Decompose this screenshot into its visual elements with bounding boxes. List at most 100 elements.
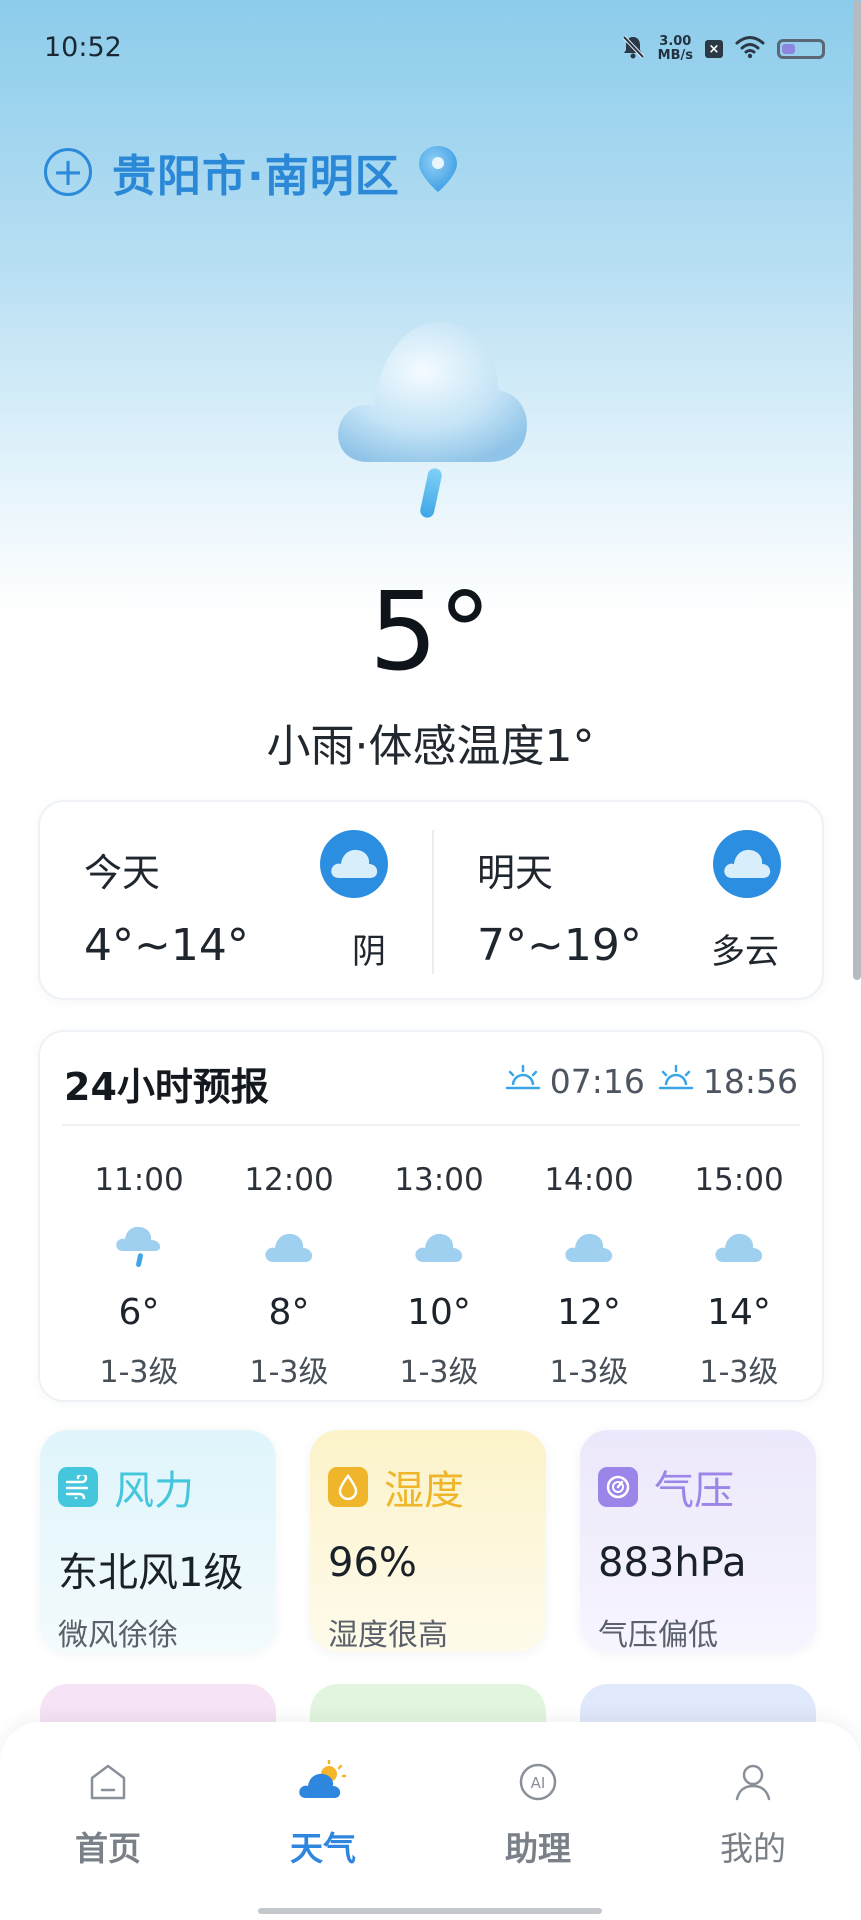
- hour-wind: 1-3级: [549, 1355, 629, 1390]
- humidity-label: 湿度: [384, 1468, 464, 1514]
- wind-value: 东北风1级: [58, 1550, 244, 1596]
- hour-time: 11:00: [94, 1162, 184, 1198]
- network-speed-value: 3.00: [659, 34, 692, 49]
- sunrise-time: 07:16: [549, 1062, 645, 1101]
- hour-wind: 1-3级: [699, 1355, 779, 1390]
- battery-icon: [777, 39, 825, 59]
- home-icon: [28, 1756, 188, 1808]
- sunrise: 07:16: [504, 1062, 645, 1101]
- wind-card[interactable]: 风力 东北风1级 微风徐徐: [40, 1430, 276, 1652]
- status-icons: 3.00 MB/s ×: [620, 34, 825, 64]
- scrollbar[interactable]: [853, 0, 861, 980]
- hour-wind: 1-3级: [249, 1355, 329, 1390]
- hour-temperature: 6°: [118, 1292, 160, 1333]
- sim-status-icon: ×: [705, 40, 723, 58]
- tomorrow-condition: 多云: [711, 932, 779, 972]
- today-condition: 阴: [352, 932, 386, 972]
- humidity-value: 96%: [328, 1540, 417, 1586]
- wifi-icon: [735, 35, 765, 63]
- hourly-list[interactable]: 11:00 6° 1-3级 12:00 8° 1-3级 13:00 10° 1-…: [40, 1152, 822, 1400]
- bell-muted-icon: [620, 34, 646, 64]
- current-temperature: 5°: [369, 570, 492, 695]
- wind-card-header: 风力: [58, 1458, 194, 1516]
- hour-time: 14:00: [544, 1162, 634, 1198]
- profile-icon: [673, 1756, 833, 1808]
- tomorrow-summary[interactable]: 明天 7°~19° 多云: [433, 802, 825, 1002]
- pressure-label: 气压: [654, 1468, 734, 1514]
- nav-home-label: 首页: [75, 1829, 141, 1868]
- location-pin-icon: [414, 142, 462, 202]
- hour-item: 15:00 14° 1-3级: [664, 1152, 814, 1391]
- today-temp-range: 4°~14°: [84, 920, 249, 971]
- light-rain-icon: [64, 1208, 214, 1284]
- cloudy-icon: [214, 1208, 364, 1284]
- add-city-button[interactable]: +: [44, 148, 92, 196]
- weather-screen: 10:52 3.00 MB/s × + 贵阳市·南明区 5° 小雨·体感温度1°…: [0, 0, 861, 1920]
- wind-label: 风力: [114, 1468, 194, 1514]
- sunset-icon: [657, 1062, 695, 1101]
- humidity-card[interactable]: 湿度 96% 湿度很高: [310, 1430, 546, 1652]
- location-header: + 贵阳市·南明区: [44, 140, 462, 204]
- daily-summary-card[interactable]: 今天 4°~14° 阴 明天 7°~19° 多云: [38, 800, 824, 1000]
- hour-wind: 1-3级: [99, 1355, 179, 1390]
- svg-text:AI: AI: [531, 1774, 546, 1792]
- hour-item: 13:00 10° 1-3级: [364, 1152, 514, 1391]
- ai-icon: AI: [458, 1756, 618, 1808]
- hour-item: 12:00 8° 1-3级: [214, 1152, 364, 1391]
- cloudy-icon: [664, 1208, 814, 1284]
- bottom-navigation: 首页 天气 AI 助理 我的: [0, 1722, 861, 1920]
- forecast-divider: [62, 1124, 800, 1126]
- hour-temperature: 10°: [407, 1292, 471, 1333]
- wind-description: 微风徐徐: [58, 1618, 178, 1652]
- pressure-description: 气压偏低: [598, 1618, 718, 1652]
- cloudy-icon: [364, 1208, 514, 1284]
- partly-cloudy-icon: [713, 830, 781, 898]
- pressure-card-header: 气压: [598, 1458, 734, 1516]
- hour-item: 11:00 6° 1-3级: [64, 1152, 214, 1391]
- hour-time: 13:00: [394, 1162, 484, 1198]
- nav-weather[interactable]: 天气: [243, 1756, 403, 1870]
- cloudy-icon: [320, 830, 388, 898]
- nav-assistant-label: 助理: [505, 1829, 571, 1868]
- sunrise-icon: [504, 1062, 542, 1101]
- battery-level: [782, 44, 796, 54]
- status-time: 10:52: [44, 32, 122, 63]
- nav-profile-label: 我的: [720, 1829, 786, 1868]
- network-speed-unit: MB/s: [657, 48, 693, 63]
- droplet-icon: [328, 1467, 368, 1507]
- wind-icon: [58, 1467, 98, 1507]
- hour-temperature: 14°: [707, 1292, 771, 1333]
- weather-icon: [243, 1756, 403, 1808]
- current-description: 小雨·体感温度1°: [266, 721, 595, 772]
- hourly-forecast-card[interactable]: 24小时预报 07:16 18:56 11:00 6° 1-3级 12:00 8…: [38, 1030, 824, 1402]
- light-rain-icon: [330, 310, 530, 530]
- sun-times: 07:16 18:56: [504, 1062, 798, 1101]
- nav-profile[interactable]: 我的: [673, 1756, 833, 1870]
- nav-assistant[interactable]: AI 助理: [458, 1756, 618, 1870]
- today-summary[interactable]: 今天 4°~14° 阴: [40, 802, 432, 1002]
- status-bar: 10:52 3.00 MB/s ×: [0, 0, 861, 100]
- hour-temperature: 8°: [268, 1292, 310, 1333]
- tomorrow-temp-range: 7°~19°: [477, 920, 642, 971]
- sunset: 18:56: [657, 1062, 798, 1101]
- humidity-description: 湿度很高: [328, 1618, 448, 1652]
- cloudy-icon: [514, 1208, 664, 1284]
- humidity-card-header: 湿度: [328, 1458, 464, 1516]
- tomorrow-label: 明天: [477, 851, 554, 895]
- home-indicator[interactable]: [258, 1908, 602, 1914]
- hour-time: 12:00: [244, 1162, 334, 1198]
- nav-home[interactable]: 首页: [28, 1756, 188, 1870]
- network-speed: 3.00 MB/s: [658, 35, 693, 63]
- sunset-time: 18:56: [702, 1062, 798, 1101]
- gauge-icon: [598, 1467, 638, 1507]
- pressure-card[interactable]: 气压 883hPa 气压偏低: [580, 1430, 816, 1652]
- nav-weather-label: 天气: [290, 1829, 356, 1868]
- hour-item: 14:00 12° 1-3级: [514, 1152, 664, 1391]
- hour-temperature: 12°: [557, 1292, 621, 1333]
- location-name[interactable]: 贵阳市·南明区: [112, 140, 400, 204]
- hour-time: 15:00: [694, 1162, 784, 1198]
- hour-wind: 1-3级: [399, 1355, 479, 1390]
- today-label: 今天: [84, 851, 161, 895]
- pressure-value: 883hPa: [598, 1540, 747, 1586]
- forecast-title: 24小时预报: [64, 1065, 269, 1109]
